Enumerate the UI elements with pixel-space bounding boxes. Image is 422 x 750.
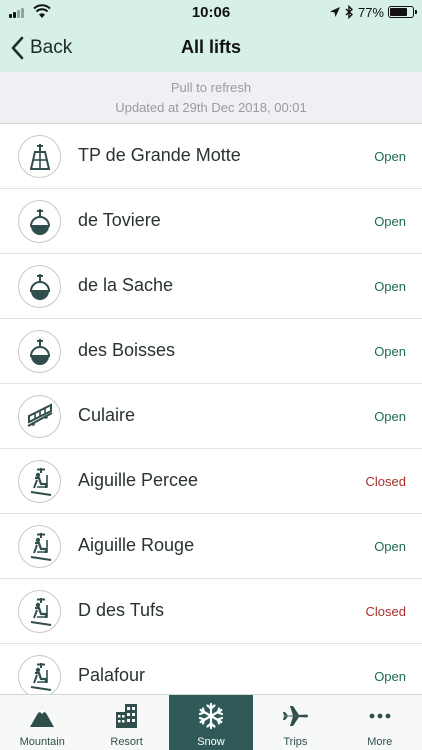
- lift-row[interactable]: des Boisses Open: [0, 319, 422, 384]
- location-arrow-icon: [329, 7, 340, 17]
- tab-label: More: [367, 736, 393, 748]
- lift-status: Open: [374, 279, 406, 294]
- lift-name: de Toviere: [78, 210, 161, 230]
- funicular-icon: [18, 395, 61, 438]
- lift-name: D des Tufs: [78, 600, 165, 620]
- lift-status: Open: [374, 669, 406, 684]
- last-updated-text: Updated at 29th Dec 2018, 00:01: [115, 100, 307, 115]
- lift-status: Open: [374, 149, 406, 164]
- lift-row[interactable]: Aiguille Rouge Open: [0, 514, 422, 579]
- chevron-left-icon: [11, 36, 24, 60]
- status-bar: 10:06 77%: [0, 0, 422, 24]
- tab-label: Snow: [197, 736, 225, 748]
- tab-label: Trips: [283, 736, 308, 748]
- lift-status: Open: [374, 214, 406, 229]
- lift-list: TP de Grande Motte Open de Toviere Open de l…: [0, 124, 422, 694]
- tab-more[interactable]: More: [338, 695, 422, 750]
- lift-name: des Boisses: [78, 340, 176, 360]
- tab-mountain[interactable]: Mountain: [0, 695, 84, 750]
- chairlift-icon: [18, 525, 61, 568]
- lift-name: Culaire: [78, 405, 136, 425]
- gondola-icon: [18, 330, 61, 373]
- lift-row[interactable]: de la Sache Open: [0, 254, 422, 319]
- lift-row[interactable]: Aiguille Percee Closed: [0, 449, 422, 514]
- pull-to-refresh-hint: Pull to refresh: [170, 80, 252, 95]
- lift-status: Open: [374, 539, 406, 554]
- lift-name: TP de Grande Motte: [78, 145, 241, 165]
- cable-car-icon: [18, 135, 61, 178]
- lift-status: Closed: [365, 604, 406, 619]
- battery-icon: [388, 6, 417, 18]
- tab-trips[interactable]: Trips: [253, 695, 337, 750]
- lift-row[interactable]: Culaire Open: [0, 384, 422, 449]
- status-right: 77%: [329, 3, 417, 21]
- lift-status: Open: [374, 344, 406, 359]
- nav-bar: Back All lifts: [0, 26, 422, 70]
- header: 10:06 77% Back All lifts: [0, 0, 422, 72]
- tab-bar: Mountain Resort Snow Trips More: [0, 694, 422, 750]
- bluetooth-icon: [345, 5, 353, 19]
- lift-row[interactable]: de Toviere Open: [0, 189, 422, 254]
- back-label: Back: [30, 37, 73, 58]
- gondola-icon: [18, 265, 61, 308]
- tab-resort[interactable]: Resort: [84, 695, 168, 750]
- chairlift-icon: [18, 590, 61, 633]
- lift-name: Palafour: [78, 665, 146, 685]
- lift-name: Aiguille Rouge: [78, 535, 195, 555]
- battery-percent: 77%: [357, 4, 384, 20]
- tab-snow[interactable]: Snow: [168, 695, 254, 750]
- chairlift-icon: [18, 655, 61, 694]
- refresh-banner: Pull to refresh Updated at 29th Dec 2018…: [0, 72, 422, 124]
- gondola-icon: [18, 200, 61, 243]
- lift-row[interactable]: TP de Grande Motte Open: [0, 124, 422, 189]
- lift-status: Open: [374, 409, 406, 424]
- tab-label: Resort: [110, 736, 143, 748]
- lift-name: de la Sache: [78, 275, 174, 295]
- back-button[interactable]: Back: [10, 34, 72, 62]
- chairlift-icon: [18, 460, 61, 503]
- lift-row[interactable]: D des Tufs Closed: [0, 579, 422, 644]
- lift-row[interactable]: Palafour Open: [0, 644, 422, 694]
- lift-name: Aiguille Percee: [78, 470, 199, 490]
- lift-status: Closed: [365, 474, 406, 489]
- tab-label: Mountain: [19, 736, 65, 748]
